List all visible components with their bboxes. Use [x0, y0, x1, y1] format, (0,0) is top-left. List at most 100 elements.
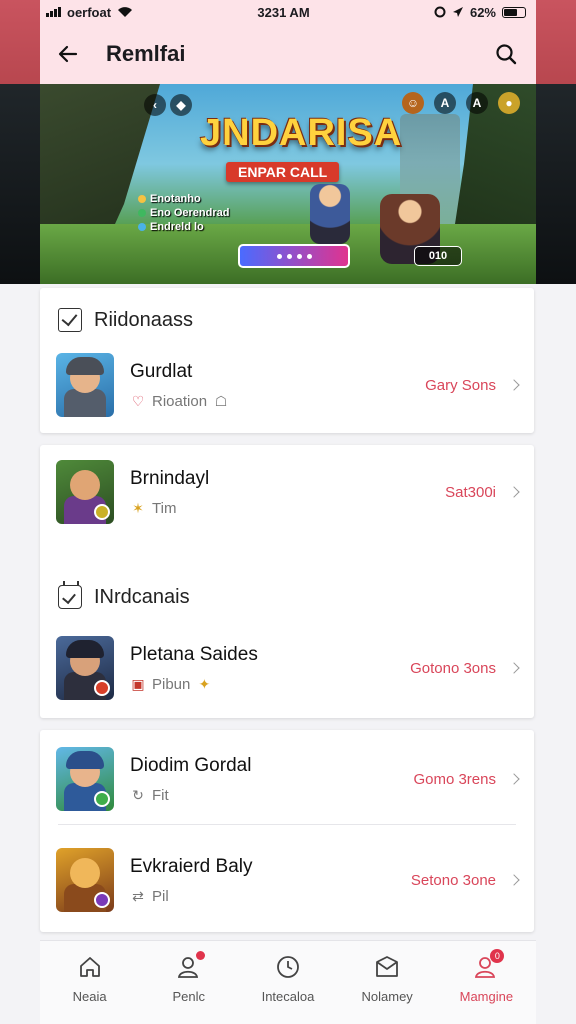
item-title: Evkraierd Baly [130, 855, 253, 877]
item-subtitle: Fit [152, 786, 169, 804]
item-action-label: Setono 3one [410, 871, 496, 889]
tab-label: Mamgine [459, 989, 514, 1004]
chevron-right-icon [508, 773, 520, 785]
tab-label: Neaia [72, 989, 107, 1004]
back-button[interactable] [54, 40, 82, 68]
list-item[interactable]: Gurdlat ♡ Rioation ☖ Gary Sons [40, 340, 534, 430]
location-icon [452, 7, 463, 17]
status-bar: oerfoat 3231 AM 62% [40, 0, 536, 24]
tab-people[interactable]: Penlc [144, 951, 234, 1004]
right-edge-strip [536, 0, 576, 84]
item-title: Gurdlat [130, 360, 193, 382]
calendar-check-icon [58, 581, 82, 609]
chevron-right-icon [508, 662, 520, 674]
info-item: Endreld lo [138, 220, 229, 234]
section-header: Riidonaass [40, 300, 534, 340]
item-title: Pletana Saides [130, 643, 258, 665]
list-item[interactable]: Diodim Gordal ↻ Fit Gomo 3rens [40, 734, 534, 824]
gem-icon[interactable]: ◆ [170, 94, 192, 116]
battery-icon [502, 6, 526, 18]
gift-icon: ▣ [131, 675, 145, 692]
alarm-icon [434, 6, 446, 18]
people-icon [175, 951, 205, 981]
carrier-label: oerfoat [67, 4, 112, 20]
list-item[interactable]: Pletana Saides ▣ Pibun ✦ Gotono 3ons [40, 623, 534, 713]
banner-counter: 010 [414, 246, 462, 266]
chat-icon: ☖ [214, 392, 228, 409]
tab-mail[interactable]: Nolamey [342, 953, 432, 1004]
list-item[interactable]: Brnindayl ✶ Tim Sat300i [40, 447, 534, 537]
bottom-tab-bar: Neaia Penlc Intecaloa Nolamey 0 Mamgine [40, 940, 536, 1024]
tab-label: Nolamey [361, 989, 413, 1004]
search-icon [496, 44, 517, 65]
chevron-right-icon [508, 874, 520, 886]
clock-icon [274, 953, 302, 981]
section-card: Brnindayl ✶ Tim Sat300i INrdcanais Pleta… [40, 445, 534, 718]
avatar-icon[interactable]: ☺ [402, 92, 424, 114]
game-thumbnail [56, 636, 114, 700]
share-icon: ⇄ [132, 887, 144, 904]
tab-profile[interactable]: 0 Mamgine [441, 949, 531, 1004]
carousel-indicator[interactable] [238, 244, 350, 268]
row-divider [58, 824, 516, 825]
arrow-left-icon [58, 45, 78, 63]
game-thumbnail [56, 848, 114, 912]
item-title: Brnindayl [130, 467, 210, 489]
game-subtitle: ENPAR CALL [226, 162, 340, 182]
home-icon [76, 953, 104, 981]
coin-icon[interactable]: ● [498, 92, 520, 114]
notification-badge: 0 [490, 949, 505, 963]
item-subtitle: Pil [152, 887, 169, 905]
hat-icon[interactable]: A [466, 92, 488, 114]
item-subtitle: Rioation [152, 392, 208, 410]
star-icon: ✶ [132, 499, 144, 516]
tab-home[interactable]: Neaia [45, 953, 135, 1004]
section-title: INrdcanais [94, 585, 190, 608]
item-action[interactable]: Gotono 3ons [410, 660, 520, 677]
item-action-label: Gomo 3rens [413, 770, 496, 788]
item-action[interactable]: Setono 3one [410, 871, 520, 889]
section-header: INrdcanais [40, 577, 534, 617]
page-title: Remlfai [106, 41, 186, 66]
app-screen: oerfoat 3231 AM 62% Remlfai ‹ ◆ ☺ A A ● … [40, 0, 536, 1024]
top-app-bar: Remlfai [40, 24, 536, 84]
promo-banner[interactable]: ‹ ◆ ☺ A A ● JNDARISA ENPAR CALL Enotanho… [40, 84, 536, 284]
search-button[interactable] [490, 38, 522, 70]
tab-label: Intecaloa [261, 989, 315, 1004]
item-action-label: Sat300i [445, 483, 496, 501]
back-icon[interactable]: ‹ [144, 94, 166, 116]
banner-info-list: Enotanho Eno Oerendrad Endreld lo [138, 192, 229, 234]
info-item: Enotanho [138, 192, 229, 206]
info-item: Eno Oerendrad [138, 206, 229, 220]
game-logo: JNDARISA [200, 112, 403, 154]
section-title: Riidonaass [94, 308, 193, 331]
game-thumbnail [56, 460, 114, 524]
item-subtitle: Tim [152, 499, 177, 517]
left-edge-strip [0, 0, 40, 84]
mail-icon [373, 953, 401, 981]
battery-percent: 62% [469, 4, 496, 20]
item-subtitle: Pibun [152, 675, 191, 693]
profile-icon: 0 [472, 949, 505, 981]
sparkle-icon: ✦ [198, 675, 211, 692]
right-banner-edge [536, 84, 576, 284]
item-title: Diodim Gordal [130, 754, 252, 776]
letter-icon[interactable]: A [434, 92, 456, 114]
game-thumbnail [56, 353, 114, 417]
notification-dot [195, 951, 205, 960]
item-action[interactable]: Gary Sons [425, 377, 520, 394]
refresh-icon: ↻ [132, 786, 144, 803]
tab-clock[interactable]: Intecaloa [243, 953, 333, 1004]
section-card: Diodim Gordal ↻ Fit Gomo 3rens Evkraierd… [40, 730, 534, 932]
game-thumbnail [56, 747, 114, 811]
signal-icon [46, 7, 61, 17]
checkbox-icon [58, 308, 82, 332]
badge-icon: ♡ [131, 392, 145, 409]
item-action[interactable]: Gomo 3rens [413, 770, 520, 788]
chevron-right-icon [508, 379, 520, 391]
list-item[interactable]: Evkraierd Baly ⇄ Pil Setono 3one [40, 835, 534, 925]
item-action[interactable]: Sat300i [445, 483, 520, 501]
wifi-icon [118, 7, 133, 17]
hero-character [310, 184, 350, 244]
chevron-right-icon [508, 486, 520, 498]
